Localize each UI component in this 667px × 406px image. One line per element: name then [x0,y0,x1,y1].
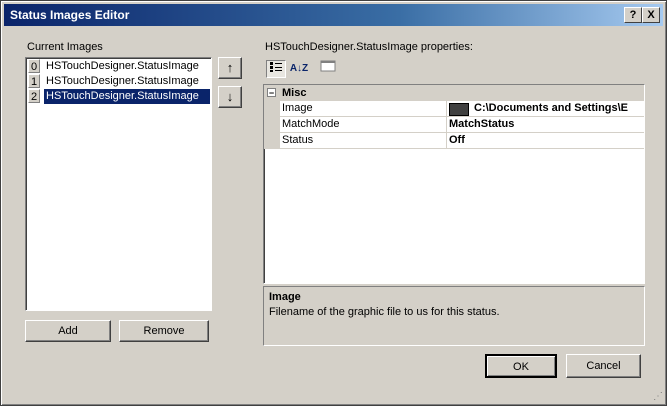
current-images-list[interactable]: 0 HSTouchDesigner.StatusImage 1 HSTouchD… [25,57,212,311]
property-row-status[interactable]: Status Off [264,133,644,149]
list-item[interactable]: 1 HSTouchDesigner.StatusImage [27,74,210,89]
list-item[interactable]: 0 HSTouchDesigner.StatusImage [27,59,210,74]
status-images-editor-dialog: Status Images Editor ? X Current Images … [0,0,667,406]
property-grid[interactable]: − Misc Image C:\Documents and Settings\E… [263,84,645,284]
property-name: Image [282,101,447,116]
row-gutter [264,101,280,117]
row-gutter [264,133,280,149]
window-title: Status Images Editor [10,8,130,22]
list-item-label: HSTouchDesigner.StatusImage [46,75,199,87]
arrow-up-icon: ↑ [226,60,234,75]
cancel-button[interactable]: Cancel [566,354,641,378]
remove-button[interactable]: Remove [119,320,209,342]
resize-grip-icon[interactable]: ⋰ [653,391,663,402]
close-button[interactable]: X [642,7,660,23]
collapse-icon[interactable]: − [267,88,276,98]
property-row-image[interactable]: Image C:\Documents and Settings\E [264,101,644,117]
arrow-down-icon: ↓ [226,89,234,104]
current-images-label: Current Images [27,41,103,53]
move-down-button[interactable]: ↓ [218,86,242,108]
property-help-panel: Image Filename of the graphic file to us… [263,286,645,346]
sort-az-icon[interactable]: A↓Z [289,60,309,78]
property-row-matchmode[interactable]: MatchMode MatchStatus [264,117,644,133]
category-label: Misc [282,87,307,99]
property-value[interactable]: C:\Documents and Settings\E [474,101,628,116]
image-thumbnail-icon [449,103,469,116]
property-value[interactable]: MatchStatus [449,117,514,132]
list-item-label: HSTouchDesigner.StatusImage [46,60,199,72]
list-item-index: 1 [28,74,40,88]
list-item-label: HSTouchDesigner.StatusImage [44,89,210,104]
property-name: MatchMode [282,117,447,132]
help-title: Image [269,291,301,303]
ok-button[interactable]: OK [485,354,557,378]
property-value[interactable]: Off [449,133,465,148]
categorized-icon[interactable] [266,60,286,78]
list-item-selected[interactable]: 2 HSTouchDesigner.StatusImage [27,89,210,104]
list-item-index: 0 [28,59,40,73]
help-button[interactable]: ? [624,7,642,23]
properties-label: HSTouchDesigner.StatusImage properties: [265,41,473,53]
property-pages-icon[interactable] [318,60,338,78]
row-gutter [264,117,280,133]
category-row[interactable]: − Misc [264,85,644,101]
list-item-index: 2 [28,89,40,103]
help-description: Filename of the graphic file to us for t… [269,306,500,318]
property-name: Status [282,133,447,148]
move-up-button[interactable]: ↑ [218,57,242,79]
add-button[interactable]: Add [25,320,111,342]
title-bar[interactable]: Status Images Editor ? X [4,4,663,26]
